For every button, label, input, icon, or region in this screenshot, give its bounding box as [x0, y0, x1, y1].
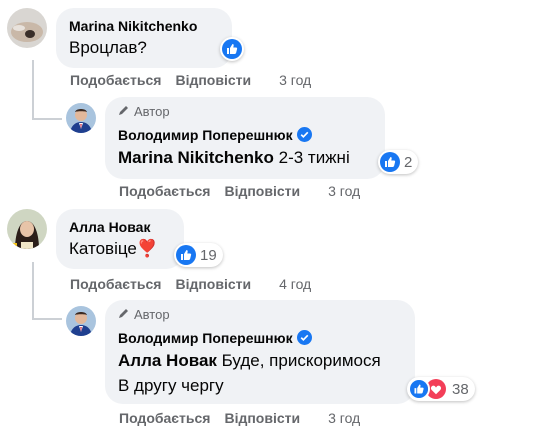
pencil-icon — [118, 104, 130, 119]
reaction-count: 19 — [200, 246, 217, 264]
reply-text-line-2: В другу чергу — [118, 376, 224, 395]
author-badge-label: Автор — [134, 307, 170, 322]
thread-line-branch — [32, 118, 62, 120]
like-icon — [176, 245, 196, 265]
reply-text: Алла Новак Буде, прискоримося — [118, 351, 381, 371]
reply-actions: Подобається Відповісти 3 год — [119, 410, 360, 426]
reply-bubble: Автор Володимир Поперешнюк Marina Nikitc… — [105, 97, 385, 179]
thread-line — [32, 60, 34, 120]
reaction-badge[interactable]: 19 — [174, 243, 223, 267]
like-button[interactable]: Подобається — [70, 276, 161, 292]
reply-author-name[interactable]: Володимир Поперешнюк — [118, 330, 293, 346]
reply-text: Marina Nikitchenko 2-3 тижні — [118, 148, 350, 168]
reply-author: Володимир Поперешнюк — [118, 330, 312, 346]
verified-badge-icon — [296, 330, 312, 345]
reply-bubble: Автор Володимир Поперешнюк Алла Новак Бу… — [105, 300, 415, 404]
comment-bubble: Алла Новак Катовіце❣️ — [56, 209, 184, 269]
like-button[interactable]: Подобається — [119, 410, 210, 426]
verified-badge-icon — [296, 127, 312, 142]
reaction-badge[interactable]: 2 — [378, 150, 419, 174]
comment-text: Вроцлав? — [69, 38, 147, 57]
pencil-icon — [118, 307, 130, 322]
avatar[interactable] — [7, 8, 47, 48]
comment-actions: Подобається Відповісти 4 год — [70, 276, 311, 292]
comment-text: Катовіце❣️ — [69, 239, 159, 258]
reply-text-body: 2-3 тижні — [278, 148, 350, 167]
like-icon — [380, 152, 400, 172]
reply-button[interactable]: Відповісти — [175, 276, 251, 292]
thread-line-branch — [32, 318, 62, 320]
reply-author: Володимир Поперешнюк — [118, 127, 312, 143]
reaction-badge[interactable]: 38 — [407, 377, 475, 401]
timestamp[interactable]: 3 год — [279, 72, 311, 88]
timestamp[interactable]: 4 год — [279, 276, 311, 292]
reaction-count: 2 — [404, 153, 413, 171]
avatar[interactable] — [66, 103, 96, 133]
like-icon — [408, 378, 430, 400]
timestamp[interactable]: 3 год — [328, 183, 360, 199]
avatar[interactable] — [7, 209, 47, 249]
comment-bubble: Marina Nikitchenko Вроцлав? — [56, 8, 232, 68]
comment-author[interactable]: Marina Nikitchenko — [69, 18, 197, 34]
author-badge-label: Автор — [134, 104, 170, 119]
comment-author[interactable]: Алла Новак — [69, 219, 150, 235]
reply-button[interactable]: Відповісти — [224, 410, 300, 426]
thread-line — [32, 262, 34, 320]
reply-text-body: Буде, прискоримося — [221, 351, 381, 370]
avatar[interactable] — [66, 306, 96, 336]
mention-link[interactable]: Marina Nikitchenko — [118, 148, 274, 167]
reaction-badge[interactable] — [220, 37, 244, 61]
reply-author-name[interactable]: Володимир Поперешнюк — [118, 127, 293, 143]
timestamp[interactable]: 3 год — [328, 410, 360, 426]
author-badge: Автор — [118, 104, 170, 119]
reply-button[interactable]: Відповісти — [175, 72, 251, 88]
author-badge: Автор — [118, 307, 170, 322]
like-button[interactable]: Подобається — [119, 183, 210, 199]
reply-button[interactable]: Відповісти — [224, 183, 300, 199]
like-button[interactable]: Подобається — [70, 72, 161, 88]
mention-link[interactable]: Алла Новак — [118, 351, 217, 370]
reply-actions: Подобається Відповісти 3 год — [119, 183, 360, 199]
comment-actions: Подобається Відповісти 3 год — [70, 72, 311, 88]
reaction-count: 38 — [452, 380, 469, 398]
like-icon — [222, 39, 242, 59]
